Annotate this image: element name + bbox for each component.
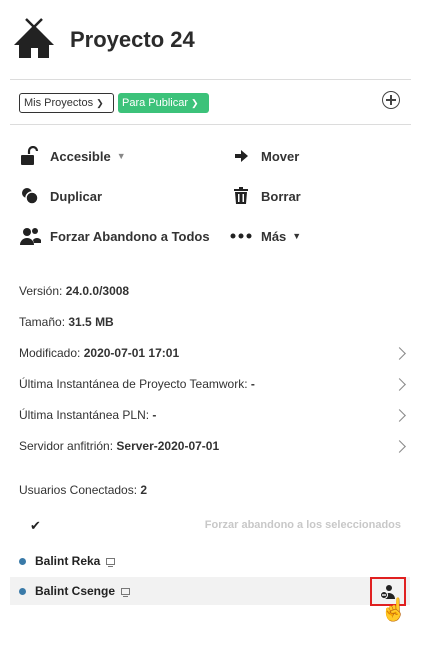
projects-dropdown-label: Mis Proyectos: [24, 97, 94, 109]
delete-button[interactable]: Borrar: [230, 185, 301, 207]
online-status-icon: [19, 557, 26, 565]
teamwork-snapshot-info[interactable]: Última Instantánea de Proyecto Teamwork:…: [19, 377, 255, 391]
chevron-down-icon: ❯: [96, 97, 104, 108]
chevron-right-icon[interactable]: [393, 378, 406, 391]
more-button[interactable]: Más ▼: [230, 225, 301, 247]
version-label: Versión:: [19, 284, 63, 298]
user-row[interactable]: Balint Reka: [10, 547, 410, 575]
connected-users-label: Usuarios Conectados:: [19, 483, 138, 497]
users-icon: [19, 225, 41, 247]
host-server-label: Servidor anfitrión:: [19, 439, 114, 453]
teamwork-snapshot-label: Última Instantánea de Proyecto Teamwork:: [19, 377, 248, 391]
move-label: Mover: [261, 148, 300, 164]
more-dots-icon: [230, 225, 252, 247]
duplicate-icon: [19, 185, 41, 207]
user-row[interactable]: Balint Csenge: [10, 577, 410, 605]
accessible-label: Accesible: [50, 148, 111, 164]
move-button[interactable]: Mover: [230, 145, 299, 167]
divider: [10, 79, 411, 80]
pln-snapshot-value: -: [152, 408, 157, 422]
connected-users-count: 2: [140, 483, 148, 497]
add-icon[interactable]: [382, 91, 400, 109]
status-dropdown-label: Para Publicar: [122, 97, 189, 109]
caret-down-icon: ▼: [292, 231, 302, 241]
online-status-icon: [19, 587, 26, 595]
user-name: Balint Csenge: [35, 584, 116, 598]
user-name: Balint Reka: [35, 554, 101, 568]
size-info: Tamaño: 31.5 MB: [19, 315, 114, 329]
unlock-icon: [19, 145, 41, 167]
caret-down-icon: ▼: [116, 151, 126, 161]
desktop-icon: [121, 587, 131, 597]
chevron-right-icon[interactable]: [393, 409, 406, 422]
project-header: Proyecto 24: [0, 0, 421, 80]
chevron-down-icon: ❯: [191, 97, 199, 108]
projects-dropdown[interactable]: Mis Proyectos ❯: [19, 93, 114, 113]
divider: [10, 124, 411, 125]
pln-snapshot-label: Última Instantánea PLN:: [19, 408, 150, 422]
more-label: Más: [261, 228, 287, 244]
duplicate-label: Duplicar: [50, 188, 103, 204]
host-server-info[interactable]: Servidor anfitrión: Server-2020-07-01: [19, 439, 219, 453]
force-leave-all-button[interactable]: Forzar Abandono a Todos: [19, 225, 210, 247]
host-server-value: Server-2020-07-01: [116, 439, 220, 453]
modified-info[interactable]: Modificado: 2020-07-01 17:01: [19, 346, 179, 360]
hand-cursor-icon: ☝: [380, 597, 408, 622]
chevron-right-icon[interactable]: [393, 440, 406, 453]
accessible-button[interactable]: Accesible ▼: [19, 145, 126, 167]
version-value: 24.0.0/3008: [65, 284, 130, 298]
delete-label: Borrar: [261, 188, 301, 204]
trash-icon: [230, 185, 252, 207]
arrow-right-icon: [230, 145, 252, 167]
select-all-check-icon[interactable]: ✔: [30, 518, 41, 534]
size-label: Tamaño:: [19, 315, 66, 329]
modified-value: 2020-07-01 17:01: [83, 346, 180, 360]
pln-snapshot-info[interactable]: Última Instantánea PLN: -: [19, 408, 156, 422]
force-leave-all-label: Forzar Abandono a Todos: [50, 228, 210, 244]
force-leave-selected-button[interactable]: Forzar abandono a los seleccionados: [205, 519, 401, 531]
chevron-right-icon[interactable]: [393, 347, 406, 360]
teamwork-snapshot-value: -: [250, 377, 255, 391]
house-icon: [14, 18, 54, 58]
modified-label: Modificado:: [19, 346, 81, 360]
duplicate-button[interactable]: Duplicar: [19, 185, 102, 207]
size-value: 31.5 MB: [68, 315, 114, 329]
desktop-icon: [106, 557, 116, 567]
page-title: Proyecto 24: [70, 27, 195, 52]
status-dropdown[interactable]: Para Publicar ❯: [118, 93, 209, 113]
version-info: Versión: 24.0.0/3008: [19, 284, 129, 298]
connected-users-title: Usuarios Conectados: 2: [19, 483, 147, 497]
